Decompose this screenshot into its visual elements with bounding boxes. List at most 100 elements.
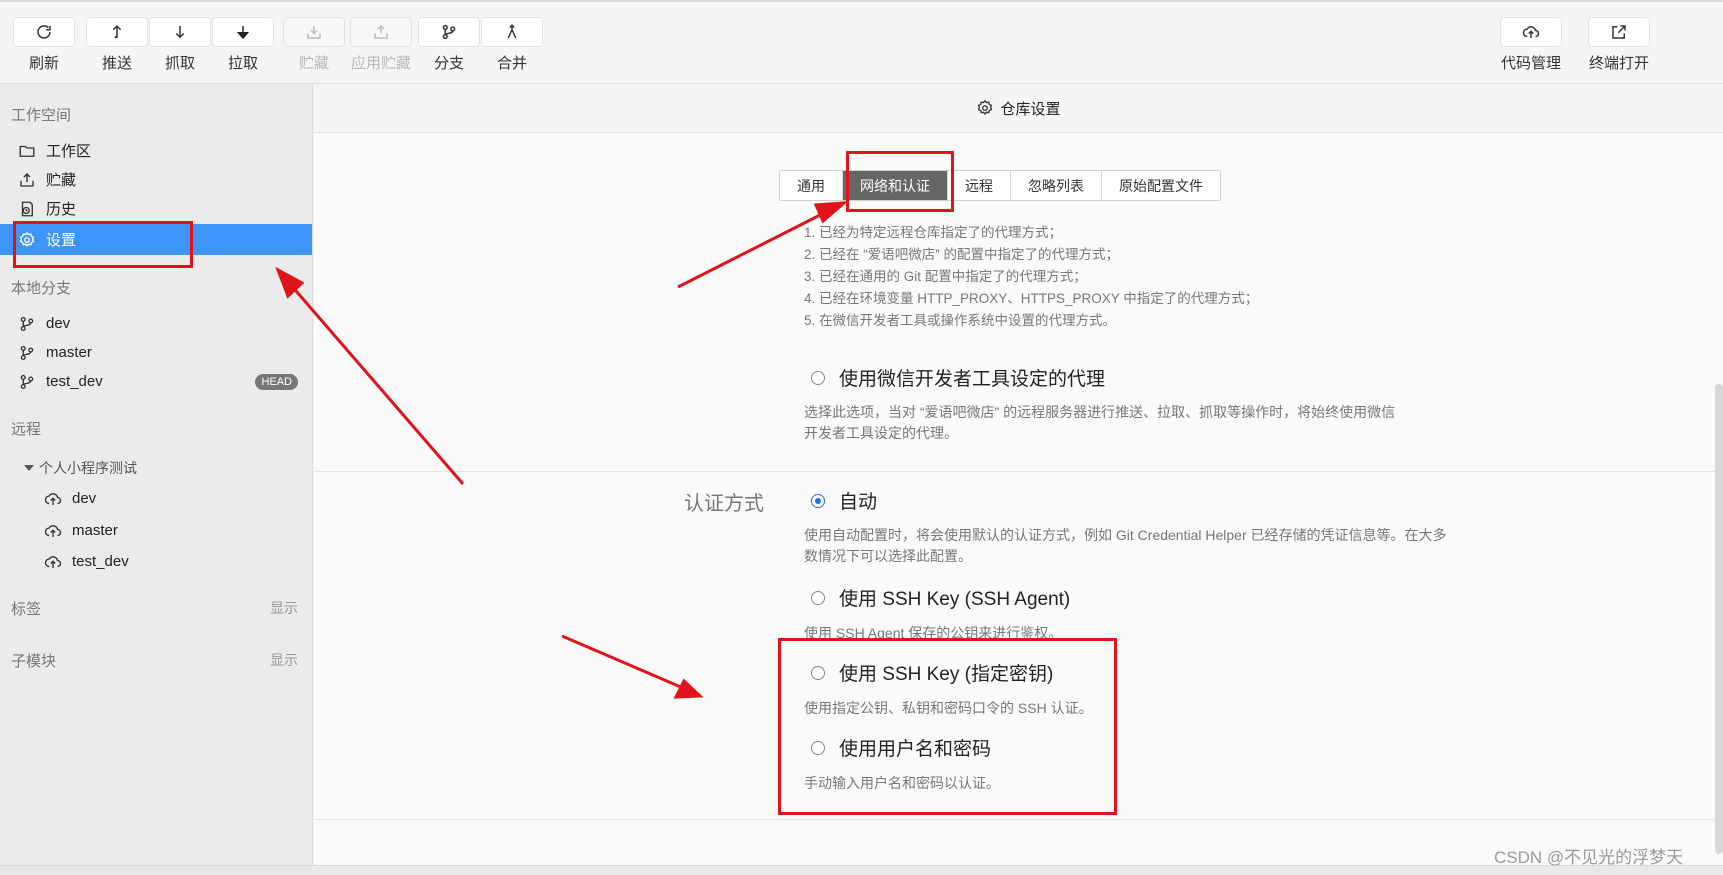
external-open-icon bbox=[1612, 25, 1626, 39]
gear-icon bbox=[978, 99, 993, 115]
tab-remote[interactable]: 远程 bbox=[948, 171, 1011, 200]
proxy-option-desc: 开发者工具设定的代理。 bbox=[804, 425, 958, 441]
sidebar-remote-master[interactable]: master bbox=[0, 515, 312, 546]
pull-button[interactable]: 拉取 bbox=[212, 17, 274, 75]
radio-unchecked bbox=[811, 740, 825, 755]
submodules-section-title: 子模块 bbox=[11, 653, 57, 670]
auth-option-auto[interactable]: 自动 bbox=[811, 487, 877, 514]
folder-icon bbox=[19, 145, 35, 157]
stash-icon bbox=[307, 26, 321, 39]
local-branches-section-title: 本地分支 bbox=[11, 280, 72, 297]
tab-general[interactable]: 通用 bbox=[780, 171, 843, 200]
branch-icon bbox=[20, 316, 34, 331]
cloud-upload-icon bbox=[44, 555, 62, 568]
auth-option-desc: 数情况下可以选择此配置。 bbox=[804, 548, 972, 564]
caret-down-icon bbox=[24, 465, 34, 471]
sidebar-item-label: test_dev bbox=[46, 373, 103, 390]
auth-method-label: 认证方式 bbox=[684, 493, 764, 515]
settings-pane: 仓库设置 通用 网络和认证 远程 忽略列表 原始配置文件 1. 已经为特定远程仓… bbox=[314, 84, 1723, 875]
code-management-label: 代码管理 bbox=[1500, 55, 1561, 72]
proxy-note: 3. 已经在通用的 Git 配置中指定了的代理方式； bbox=[804, 269, 1087, 284]
remote-group-toggle[interactable]: 个人小程序测试 bbox=[24, 458, 137, 478]
branch-icon bbox=[442, 24, 456, 40]
head-badge: HEAD bbox=[255, 373, 298, 390]
fetch-button[interactable]: 抓取 bbox=[149, 17, 211, 75]
pull-label: 拉取 bbox=[227, 55, 258, 72]
sidebar-item-label: test_dev bbox=[72, 553, 129, 570]
history-icon bbox=[21, 201, 33, 216]
tab-raw-config[interactable]: 原始配置文件 bbox=[1102, 171, 1220, 200]
proxy-note: 1. 已经为特定远程仓库指定了的代理方式； bbox=[804, 225, 1063, 240]
sidebar-item-label: 工作区 bbox=[46, 143, 92, 160]
sidebar-remote-test-dev[interactable]: test_dev bbox=[0, 546, 312, 577]
sidebar-item-stash[interactable]: 贮藏 bbox=[0, 164, 312, 195]
sidebar-item-label: master bbox=[72, 522, 118, 539]
merge-icon bbox=[507, 24, 517, 39]
refresh-label: 刷新 bbox=[28, 55, 59, 72]
sidebar-branch-test-dev[interactable]: test_dev HEAD bbox=[0, 366, 312, 397]
push-icon bbox=[112, 24, 122, 39]
push-button[interactable]: 推送 bbox=[86, 17, 148, 75]
branch-button[interactable]: 分支 bbox=[418, 17, 480, 75]
radio-unchecked bbox=[811, 590, 825, 605]
sidebar-item-history[interactable]: 历史 bbox=[0, 193, 312, 224]
sidebar-item-workspace[interactable]: 工作区 bbox=[0, 135, 312, 166]
refresh-button[interactable]: 刷新 bbox=[13, 17, 75, 75]
vertical-scrollbar[interactable] bbox=[1715, 384, 1723, 854]
sidebar-item-label: master bbox=[46, 344, 92, 361]
tab-ignore-list[interactable]: 忽略列表 bbox=[1011, 171, 1102, 200]
toolbar: 刷新 推送 抓取 拉取 贮藏 应用贮藏 分支 合并 代码管理 终端打开 bbox=[0, 0, 1723, 84]
radio-label: 自动 bbox=[839, 492, 878, 513]
terminal-open-button[interactable]: 终端打开 bbox=[1588, 17, 1650, 75]
sidebar-item-label: 贮藏 bbox=[46, 172, 77, 189]
pull-icon bbox=[236, 26, 250, 40]
branch-icon bbox=[20, 374, 34, 389]
radio-label: 使用微信开发者工具设定的代理 bbox=[839, 369, 1106, 390]
radio-checked bbox=[811, 493, 825, 508]
radio-label: 使用用户名和密码 bbox=[839, 739, 992, 760]
tab-network-auth[interactable]: 网络和认证 bbox=[843, 171, 948, 200]
auth-option-desc: 使用指定公钥、私钥和密码口令的 SSH 认证。 bbox=[804, 700, 1093, 716]
sidebar-branch-master[interactable]: master bbox=[0, 337, 312, 368]
tags-show-toggle[interactable]: 显示 bbox=[270, 598, 298, 618]
pane-header: 仓库设置 bbox=[314, 84, 1723, 133]
branch-label: 分支 bbox=[433, 55, 464, 72]
proxy-option-radio[interactable]: 使用微信开发者工具设定的代理 bbox=[811, 364, 1105, 391]
gear-icon bbox=[19, 231, 35, 247]
sidebar: 工作空间 工作区 贮藏 历史 设置 本地分支 dev master test_d… bbox=[0, 84, 313, 875]
cloud-upload-icon bbox=[44, 524, 62, 537]
merge-button[interactable]: 合并 bbox=[481, 17, 543, 75]
sidebar-item-label: dev bbox=[46, 315, 71, 332]
radio-unchecked bbox=[811, 665, 825, 680]
auth-option-desc: 使用 SSH Agent 保存的公钥来进行鉴权。 bbox=[804, 625, 1063, 641]
section-divider bbox=[314, 819, 1723, 820]
branch-icon bbox=[20, 345, 34, 360]
page-title: 仓库设置 bbox=[1000, 100, 1061, 118]
proxy-note: 2. 已经在 “爱语吧微店” 的配置中指定了的代理方式； bbox=[804, 247, 1120, 262]
auth-option-username-password[interactable]: 使用用户名和密码 bbox=[811, 734, 991, 761]
workspace-section-title: 工作空间 bbox=[11, 107, 72, 124]
sidebar-item-settings[interactable]: 设置 bbox=[0, 224, 312, 255]
sidebar-item-label: 历史 bbox=[46, 201, 77, 218]
radio-label: 使用 SSH Key (指定密钥) bbox=[839, 664, 1054, 685]
code-management-button[interactable]: 代码管理 bbox=[1500, 17, 1562, 75]
push-label: 推送 bbox=[101, 55, 132, 72]
stash-button[interactable]: 贮藏 bbox=[283, 17, 345, 75]
apply-stash-label: 应用贮藏 bbox=[350, 55, 411, 72]
stash-icon bbox=[20, 172, 34, 187]
stash-label: 贮藏 bbox=[298, 55, 329, 72]
cloud-upload-icon bbox=[44, 492, 62, 505]
fetch-label: 抓取 bbox=[164, 55, 195, 72]
apply-stash-button[interactable]: 应用贮藏 bbox=[346, 17, 416, 75]
section-divider bbox=[314, 471, 1723, 472]
submodules-show-toggle[interactable]: 显示 bbox=[270, 650, 298, 670]
bottom-panel-edge bbox=[0, 865, 1723, 875]
sidebar-branch-dev[interactable]: dev bbox=[0, 308, 312, 339]
sidebar-remote-dev[interactable]: dev bbox=[0, 483, 312, 514]
apply-stash-icon bbox=[374, 24, 388, 39]
auth-option-ssh-key[interactable]: 使用 SSH Key (指定密钥) bbox=[811, 659, 1053, 686]
refresh-icon bbox=[37, 25, 51, 39]
auth-option-ssh-agent[interactable]: 使用 SSH Key (SSH Agent) bbox=[811, 584, 1070, 611]
auth-option-desc: 使用自动配置时，将会使用默认的认证方式，例如 Git Credential He… bbox=[804, 527, 1447, 543]
radio-unchecked bbox=[811, 370, 825, 385]
